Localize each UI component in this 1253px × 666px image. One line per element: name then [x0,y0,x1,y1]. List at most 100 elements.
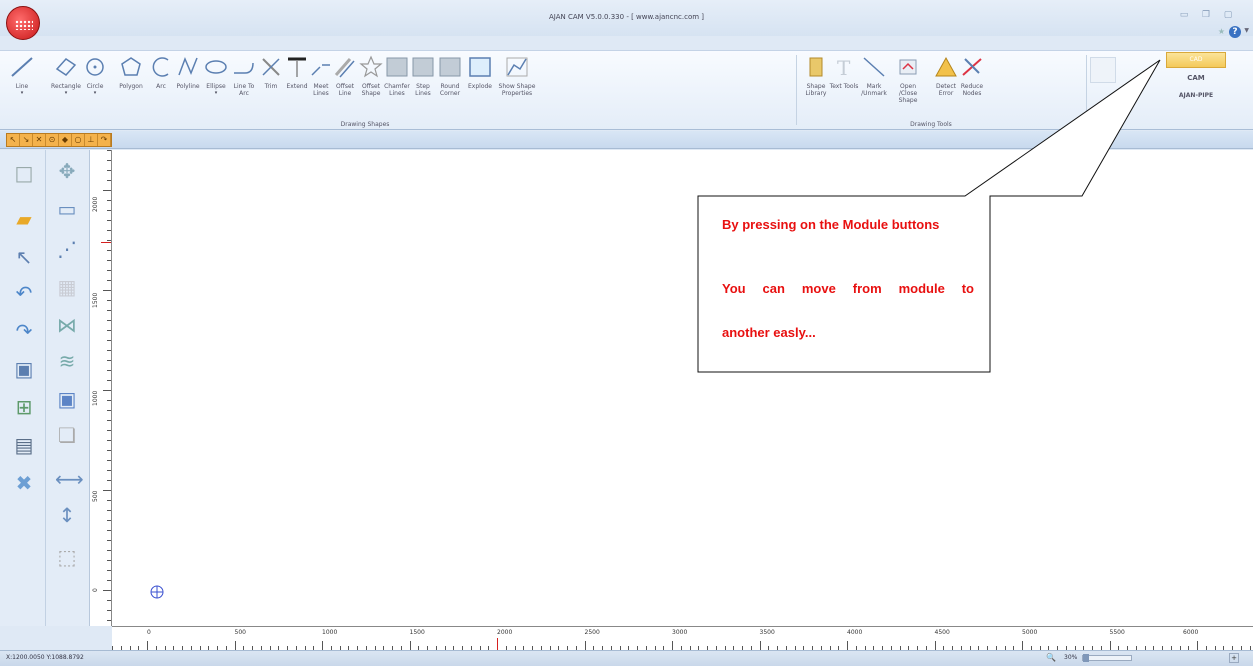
pipe-module-button[interactable]: AJAN-PIPE [1166,92,1226,106]
horizontal-ruler-label: 1500 [409,629,425,636]
ruler-tick [107,210,111,211]
star-icon[interactable]: ★ [1218,27,1225,36]
cam-module-button[interactable]: CAM [1166,74,1226,88]
print-icon[interactable]: ▤ [12,434,36,456]
zoom-in-icon[interactable]: + [1229,653,1239,663]
ruler-tick [107,180,111,181]
horizontal-measure-icon[interactable]: ⟷ [55,468,84,490]
ruler-tick [107,350,111,351]
horizontal-ruler-label: 5500 [1109,629,1125,636]
ribbon-button-reduce-nodes[interactable]: Reduce Nodes [956,55,988,97]
ruler-tick [107,560,111,561]
arc-icon [148,55,174,79]
ruler-tick [107,230,111,231]
vertical-measure-icon[interactable]: ↕ [55,504,79,526]
ribbon-button-explode[interactable]: Explode [462,55,498,90]
ruler-tick [107,270,111,271]
ruler-tick [103,190,111,191]
mirror-icon[interactable]: ⋈ [55,314,79,336]
group-label-drawing-tools: Drawing Tools [910,121,952,128]
fit-icon[interactable]: ▣ [55,388,79,410]
zoom-icon[interactable]: 🔍 [1046,653,1056,663]
snap-midpoint-icon[interactable]: ↘ [20,134,33,146]
open-folder-icon[interactable]: ▰ [12,208,36,230]
undo-icon[interactable]: ↶ [12,282,36,304]
ribbon-button-mark-unmark[interactable]: Mark /Unmark [858,55,890,97]
ruler-tick [107,550,111,551]
redo-icon[interactable]: ↷ [12,320,36,342]
minimize-icon[interactable]: ▭ [1177,10,1191,22]
line-to-arc-icon [231,55,257,79]
ribbon-button-circle[interactable]: Circle ▾ [78,55,112,97]
ruler-tick [107,570,111,571]
cad-module-button[interactable]: CAD [1166,52,1226,68]
grid-icon[interactable]: ⬚ [55,546,79,568]
ruler-tick [107,600,111,601]
ruler-tick [107,370,111,371]
move-icon[interactable]: ✥ [55,160,79,182]
line-icon [9,55,35,79]
copy-icon[interactable]: ❏ [55,424,79,446]
ruler-tick [107,410,111,411]
vertical-ruler-label: 1000 [92,390,99,406]
rotate-nodes-icon[interactable]: ⋰ [55,238,79,260]
chevron-down-icon[interactable]: ▾ [78,90,112,97]
trim-icon [258,55,284,79]
ribbon-group-separator [1086,55,1087,125]
ribbon-button-shape-properties[interactable]: Show Shape Properties [494,55,540,97]
snap-tangent-icon[interactable]: ↷ [98,134,111,146]
snap-intersection-icon[interactable]: ✕ [33,134,46,146]
ruler-tick [107,150,111,151]
zoom-slider[interactable] [1082,654,1132,662]
ribbon-button-line[interactable]: Line ▾ [6,55,38,97]
ruler-tick [107,460,111,461]
snap-toolbar: ↖ ↘ ✕ ⊙ ◆ ○ ⊥ ↷ [0,131,1253,149]
polyline-icon [175,55,201,79]
drawing-canvas[interactable] [112,150,1253,626]
select-arrow-icon[interactable]: ↖ [12,246,36,268]
ellipse-icon [203,55,229,79]
zoom-extents-icon[interactable]: ⊞ [12,396,36,418]
horizontal-ruler-label: 1000 [322,629,338,636]
ruler-tick [934,641,936,650]
snap-node-icon[interactable]: ○ [72,134,85,146]
ribbon-button-text-tools[interactable]: T Text Tools [828,55,860,90]
ruler-tick [107,260,111,261]
chevron-down-icon[interactable]: ▼ [1244,27,1249,34]
array-icon[interactable]: ▦ [55,276,79,298]
origin-marker-icon [150,585,164,599]
ruler-tick [107,510,111,511]
step-lines-icon [410,55,436,79]
restore-icon[interactable]: ❐ [1199,10,1213,22]
save-icon[interactable]: ▣ [12,358,36,380]
explode-icon [467,55,493,79]
app-window: AJAN CAM V5.0.0.330 - [ www.ajancnc.com … [0,0,1253,666]
snap-perpendicular-icon[interactable]: ⊥ [85,134,98,146]
new-file-icon[interactable]: □ [12,162,36,184]
zoom-slider-thumb[interactable] [1083,654,1089,662]
snap-quadrant-icon[interactable]: ◆ [59,134,72,146]
ruler-tick [672,641,673,650]
ruler-tick [107,500,111,501]
ruler-tick [107,420,111,421]
text-tools-icon: T [831,55,857,80]
ruler-tick [107,200,111,201]
scale-icon[interactable]: ▭ [55,198,79,220]
ribbon-button-open-close-shape[interactable]: Open /Close Shape [892,55,924,104]
ruler-tick [1197,641,1198,650]
close-icon[interactable]: ▢ [1221,10,1235,22]
ruler-tick [107,540,111,541]
snap-center-icon[interactable]: ⊙ [46,134,59,146]
group-label-drawing-shapes: Drawing Shapes [340,121,390,128]
shape-library-icon [803,55,829,79]
app-logo-button[interactable] [6,6,40,40]
snap-endpoint-icon[interactable]: ↖ [7,134,20,146]
help-icon[interactable]: ? [1229,26,1241,38]
wave-icon[interactable]: ≋ [55,350,79,372]
ribbon: Line ▾ Rectangle ▾ Circle ▾ Polygon Arc Polyline… [0,50,1253,130]
chevron-down-icon[interactable]: ▾ [6,90,38,97]
horizontal-ruler-label: 5000 [1022,629,1038,636]
delete-icon[interactable]: ✖ [12,472,36,494]
ruler-tick [322,641,323,650]
open-close-shape-icon [895,55,921,79]
